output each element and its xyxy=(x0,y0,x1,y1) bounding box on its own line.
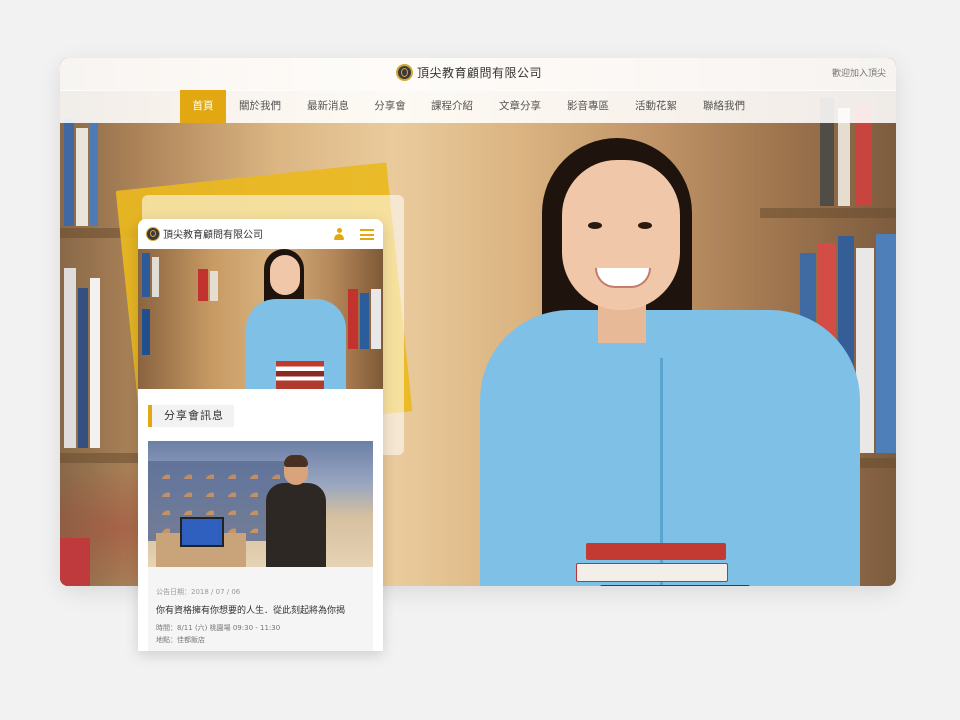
nav-item-contact[interactable]: 聯絡我們 xyxy=(696,90,752,123)
nav-item-about[interactable]: 關於我們 xyxy=(232,90,288,123)
nav-item-courses[interactable]: 課程介紹 xyxy=(424,90,480,123)
logo-icon xyxy=(396,64,413,81)
brand-name: 頂尖教育顧問有限公司 xyxy=(417,66,543,80)
mobile-brand-name: 頂尖教育顧問有限公司 xyxy=(163,230,263,241)
news-place: 地點：佳都飯店 xyxy=(156,636,205,644)
mobile-student-figure xyxy=(246,249,346,389)
news-title[interactable]: 你有資格擁有你想要的人生．從此刻起將為你揭 xyxy=(156,603,368,616)
logo-icon xyxy=(146,226,160,241)
book-stack xyxy=(576,543,762,586)
nav-item-media[interactable]: 影音專區 xyxy=(560,90,616,123)
main-nav: 首頁 關於我們 最新消息 分享會 課程介紹 文章分享 影音專區 活動花絮 聯絡我… xyxy=(60,90,896,123)
brand[interactable]: 頂尖教育顧問有限公司 xyxy=(396,64,542,81)
nav-item-events[interactable]: 活動花絮 xyxy=(628,90,684,123)
mobile-site-mockup: 頂尖教育顧問有限公司 分享會訊息 公告日期：2018 / 07 / 06 你有資… xyxy=(138,219,383,651)
laptop-icon xyxy=(180,517,224,547)
site-header: 頂尖教育顧問有限公司 歡迎加入頂尖 xyxy=(60,58,896,91)
join-link[interactable]: 歡迎加入頂尖 xyxy=(832,66,886,79)
section-title: 分享會訊息 xyxy=(148,405,234,427)
nav-item-sharing[interactable]: 分享會 xyxy=(368,90,412,123)
news-time: 時間：8/11 (六) 桃園場 09:30 - 11:30 xyxy=(156,624,281,632)
nav-item-articles[interactable]: 文章分享 xyxy=(492,90,548,123)
student-with-books xyxy=(480,138,860,586)
mobile-hero-image xyxy=(138,249,383,389)
news-image xyxy=(148,441,373,567)
mobile-header: 頂尖教育顧問有限公司 xyxy=(138,219,383,249)
news-card[interactable]: 公告日期：2018 / 07 / 06 你有資格擁有你想要的人生．從此刻起將為你… xyxy=(148,441,373,651)
nav-item-home[interactable]: 首頁 xyxy=(180,90,226,123)
hamburger-menu-icon[interactable] xyxy=(360,229,374,240)
nav-item-news[interactable]: 最新消息 xyxy=(300,90,356,123)
user-icon[interactable] xyxy=(334,228,344,240)
news-date: 公告日期：2018 / 07 / 06 xyxy=(156,588,241,596)
mobile-brand[interactable]: 頂尖教育顧問有限公司 xyxy=(146,226,263,241)
